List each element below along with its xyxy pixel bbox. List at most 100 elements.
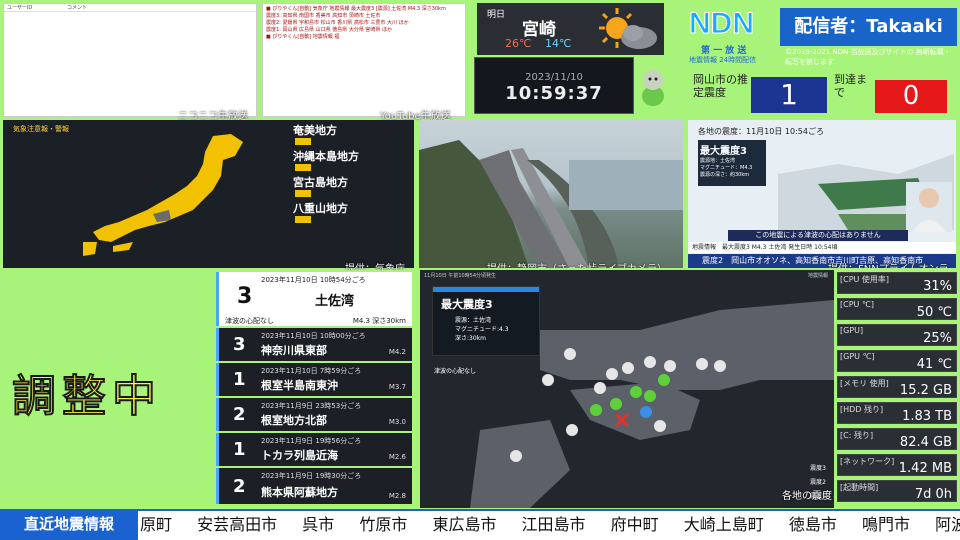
- stat-item: [起動時間] 7d 0h: [837, 480, 957, 502]
- ticker-label: 直近地震情報: [0, 509, 138, 540]
- news-panel: 各地の震度：11月10日 10:54ごろ 最大震度3 震源地：土佐湾 マグニチュ…: [688, 120, 956, 268]
- ticker-item: 大崎上島町: [683, 515, 764, 534]
- quake-map-box-line: 震源：土佐湾: [455, 317, 492, 324]
- ndn-header: NDN 配信者：Takaaki 第 一 放 送 地震情報 24時間配信 ©201…: [689, 3, 957, 117]
- ticker-item: 原町: [140, 515, 173, 534]
- quake-intensity-map: 11月10日 午前10時54分頃発生 地震情報 最大震度3 震源：土佐湾 マグニ…: [420, 270, 834, 508]
- sun-cloud-icon: [599, 8, 657, 49]
- earthquake-ticker: 直近地震情報 原町 安芸高田市 呉市 竹原市 東広島市 江田島市 府中町 大崎上…: [0, 509, 960, 540]
- youtube-chat-panel: ■ ぴりやくん[自動] 気象庁 地震情報 最大震度3 [震源] 土佐湾 M4.3…: [262, 3, 466, 117]
- stat-key: [GPU ℃]: [840, 352, 875, 361]
- stat-value: 1.42 MB: [898, 461, 952, 476]
- news-box-title: 最大震度3: [700, 146, 747, 157]
- stat-item: [C: 残り] 82.4 GB: [837, 428, 957, 450]
- user-id-column: ユーザーID: [7, 5, 33, 11]
- news-box-line: 震源の深さ：約30km: [700, 172, 750, 178]
- warning-region: 沖縄本島地方: [293, 150, 359, 163]
- streamer-name: 配信者：Takaaki: [780, 8, 957, 46]
- camera-credit: 提供：静岡市（さった峠ライブカメラ）: [487, 260, 667, 268]
- ticker-item: 安芸高田市: [197, 515, 278, 534]
- quake-place: 根室地方北部: [261, 414, 327, 427]
- chat-line: ■ ぴりやくん[自動] 気象庁 地震情報 最大震度3 [震源] 土佐湾 M4.3…: [266, 6, 446, 12]
- news-credit: 提供：FNNプライムオンライン: [828, 260, 956, 268]
- weather-panel: 明日 宮崎 26℃ 14℃: [477, 3, 664, 55]
- stat-key: [ネットワーク]: [840, 457, 895, 466]
- weather-day: 明日: [487, 10, 506, 20]
- stat-value: 7d 0h: [914, 487, 952, 502]
- quake-item: 2023年11月10日 7時59分ごろ 1 根室半島南東沖 M3.7: [216, 363, 412, 396]
- news-bar1: 地震情報 最大震度3 M4.3 土佐湾 発生日時 10:54頃: [688, 242, 956, 253]
- quake-magnitude: M2.6: [388, 453, 406, 461]
- ticker-item: 江田島市: [521, 515, 586, 534]
- stat-item: [メモリ 使用] 15.2 GB: [837, 376, 957, 398]
- stat-item: [HDD 残り] 1.83 TB: [837, 402, 957, 424]
- quake-date: 2023年11月10日 7時59分ごろ: [261, 367, 362, 375]
- stat-item: [GPU] 25%: [837, 324, 957, 346]
- highway-camera-image: [419, 140, 683, 268]
- stat-key: [メモリ 使用]: [840, 379, 889, 388]
- stat-item: [CPU 使用率] 31%: [837, 272, 957, 294]
- news-warning: この地震による津波の心配はありません: [728, 230, 908, 241]
- quake-place: トカラ列島近海: [261, 449, 338, 462]
- quake-magnitude: M3.7: [388, 383, 406, 391]
- stat-value: 15.2 GB: [899, 383, 952, 398]
- ticker-item: 鳴門市: [861, 515, 910, 534]
- quake-date: 2023年11月9日 19時56分ごろ: [261, 437, 362, 445]
- warning-badge: [295, 190, 311, 197]
- anchor-avatar: [912, 188, 946, 232]
- stat-value: 41 ℃: [916, 357, 952, 372]
- quake-date: 2023年11月10日 10時54分ごろ: [261, 276, 366, 284]
- estimated-intensity-label: 岡山市の推定震度: [693, 73, 748, 99]
- stat-key: [HDD 残り]: [840, 405, 884, 414]
- quake-map-box-title: 最大震度3: [441, 298, 493, 311]
- clock-panel: 2023/11/10 10:59:37: [474, 57, 634, 114]
- stat-item: [CPU ℃] 50 ℃: [837, 298, 957, 320]
- comment-column: コメント: [67, 5, 88, 11]
- weather-warning-map: 気象注意報・警報 奄美地方 沖縄本島地方 宮古島地方 八重山地方 提供：気象庁: [3, 120, 414, 275]
- stat-value: 1.83 TB: [902, 409, 952, 424]
- quake-map-label: 各地の震度: [782, 491, 832, 502]
- quake-place: 土佐湾: [315, 294, 355, 309]
- weather-low: 14℃: [545, 37, 572, 50]
- stat-key: [C: 残り]: [840, 431, 874, 440]
- stat-key: [GPU]: [840, 326, 864, 335]
- quake-intensity: 1: [233, 369, 246, 390]
- news-quake-box: 最大震度3 震源地：土佐湾 マグニチュード：M4.3 震源の深さ：約30km: [698, 140, 766, 186]
- stat-value: 50 ℃: [916, 305, 952, 320]
- quake-magnitude: M2.8: [388, 492, 406, 500]
- quake-map-box-line: 深さ:30km: [455, 335, 486, 342]
- ticker-item: 竹原市: [359, 515, 408, 534]
- warning-region: 奄美地方: [293, 124, 337, 137]
- chat-line: 震度2: 愛媛県 宇和島市 松山市 香川県 高松市 三豊市 大川 ほか: [266, 20, 409, 26]
- quake-place: 熊本県阿蘇地方: [261, 486, 338, 499]
- stat-value: 82.4 GB: [899, 435, 952, 450]
- quake-map-tsunami: 津波の心配なし: [434, 368, 477, 375]
- stat-item: [GPU ℃] 41 ℃: [837, 350, 957, 372]
- estimated-intensity-value: 1: [751, 77, 827, 113]
- news-anchor: [906, 182, 952, 232]
- ndn-logo: NDN: [689, 7, 755, 41]
- ticker-item: 徳島市: [788, 515, 837, 534]
- quake-item-latest: 2023年11月10日 10時54分ごろ 3 土佐湾 津波の心配なし M4.3 …: [216, 272, 412, 326]
- legend-item: 震度3: [810, 465, 826, 472]
- stat-value: 25%: [923, 331, 952, 346]
- quake-intensity: 3: [233, 334, 246, 355]
- quake-list: 2023年11月10日 10時54分ごろ 3 土佐湾 津波の心配なし M4.3 …: [214, 270, 414, 508]
- news-box-line: 震源地：土佐湾: [700, 158, 736, 164]
- quake-item: 2023年11月9日 23時53分ごろ 2 根室地方北部 M3.0: [216, 398, 412, 431]
- stat-key: [起動時間]: [840, 483, 879, 492]
- clock-date: 2023/11/10: [525, 72, 583, 83]
- chat-line: ■ ぴりやくん[自動] 地震情報 福: [266, 34, 340, 40]
- quake-intensity: 1: [233, 439, 246, 460]
- quake-map-box: 最大震度3 震源：土佐湾 マグニチュード:4.3 深さ:30km: [432, 286, 540, 356]
- quake-intensity: 3: [237, 284, 253, 309]
- quake-intensity: 2: [233, 476, 246, 497]
- news-box-line: マグニチュード：M4.3: [700, 165, 753, 171]
- warning-region: 八重山地方: [293, 202, 348, 215]
- weather-high: 26℃: [505, 37, 532, 50]
- japan-map: [83, 134, 243, 256]
- quake-item: 2023年11月10日 10時00分ごろ 3 神奈川県東部 M4.2: [216, 328, 412, 361]
- chat-line: 震度3: 高知県 南国市 香美市 高知市 須崎市 土佐市: [266, 13, 381, 19]
- quake-tsunami-note: 津波の心配なし: [225, 317, 274, 325]
- stat-value: 31%: [923, 279, 952, 294]
